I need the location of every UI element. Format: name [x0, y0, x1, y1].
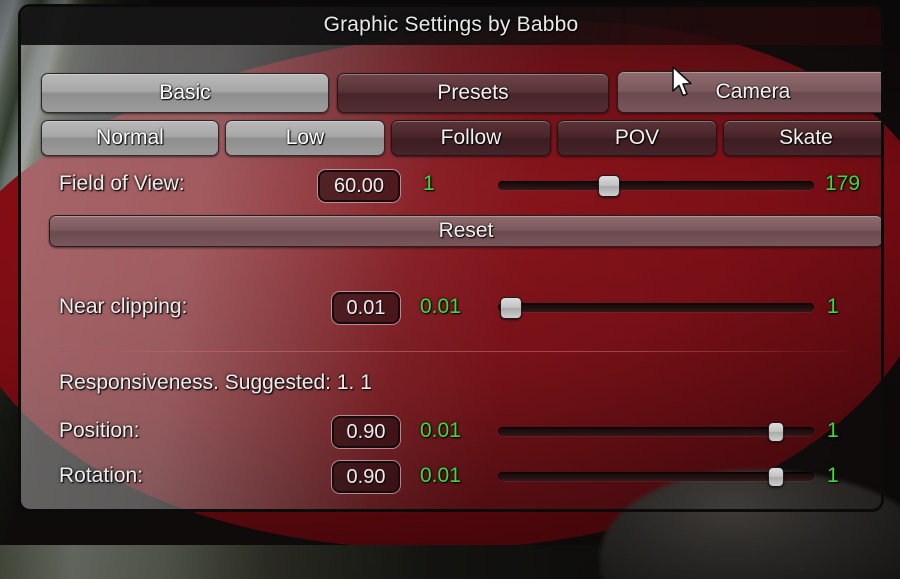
slider-handle[interactable] — [499, 297, 522, 319]
slider-track — [498, 427, 814, 436]
field-of-view-min: 1 — [423, 172, 435, 195]
field-of-view-slider[interactable] — [498, 175, 814, 197]
preset-button-follow[interactable]: Follow — [391, 120, 551, 156]
rotation-label: Rotation: — [59, 464, 144, 487]
field-of-view-max: 179 — [825, 172, 861, 195]
near-clipping-max: 1 — [827, 295, 839, 318]
graphic-settings-window: Graphic Settings by Babbo Basic Presets … — [18, 4, 884, 512]
game-screen: Graphic Settings by Babbo Basic Presets … — [0, 0, 900, 579]
slider-track — [498, 472, 814, 481]
rotation-slider[interactable] — [498, 467, 814, 487]
slider-track — [498, 181, 814, 190]
responsiveness-note: Responsiveness. Suggested: 1. 1 — [59, 371, 372, 394]
slider-handle[interactable] — [768, 467, 785, 487]
near-clipping-label: Near clipping: — [59, 295, 188, 318]
field-of-view-input[interactable]: 60.00 — [318, 170, 400, 202]
preset-button-normal[interactable]: Normal — [41, 120, 219, 156]
position-slider[interactable] — [498, 422, 814, 442]
tab-camera[interactable]: Camera — [617, 71, 881, 113]
position-input[interactable]: 0.90 — [332, 416, 400, 448]
slider-handle[interactable] — [768, 422, 785, 442]
rotation-min: 0.01 — [420, 464, 461, 487]
position-min: 0.01 — [420, 419, 461, 442]
position-max: 1 — [827, 419, 839, 442]
tab-presets[interactable]: Presets — [337, 73, 609, 113]
near-clipping-min: 0.01 — [420, 295, 461, 318]
position-label: Position: — [59, 419, 140, 442]
page-title: Graphic Settings by Babbo — [323, 13, 579, 36]
slider-track — [498, 303, 814, 312]
preset-button-skate[interactable]: Skate — [723, 120, 881, 156]
preset-button-pov[interactable]: POV — [557, 120, 717, 156]
rotation-max: 1 — [827, 464, 839, 487]
tab-basic[interactable]: Basic — [41, 73, 329, 113]
near-clipping-slider[interactable] — [498, 297, 814, 319]
field-of-view-label: Field of View: — [59, 172, 185, 195]
section-divider — [59, 351, 849, 352]
slider-handle[interactable] — [597, 175, 620, 197]
preset-button-low[interactable]: Low — [225, 120, 385, 156]
near-clipping-input[interactable]: 0.01 — [332, 292, 400, 324]
rotation-input[interactable]: 0.90 — [332, 461, 400, 493]
reset-button[interactable]: Reset — [49, 215, 881, 247]
